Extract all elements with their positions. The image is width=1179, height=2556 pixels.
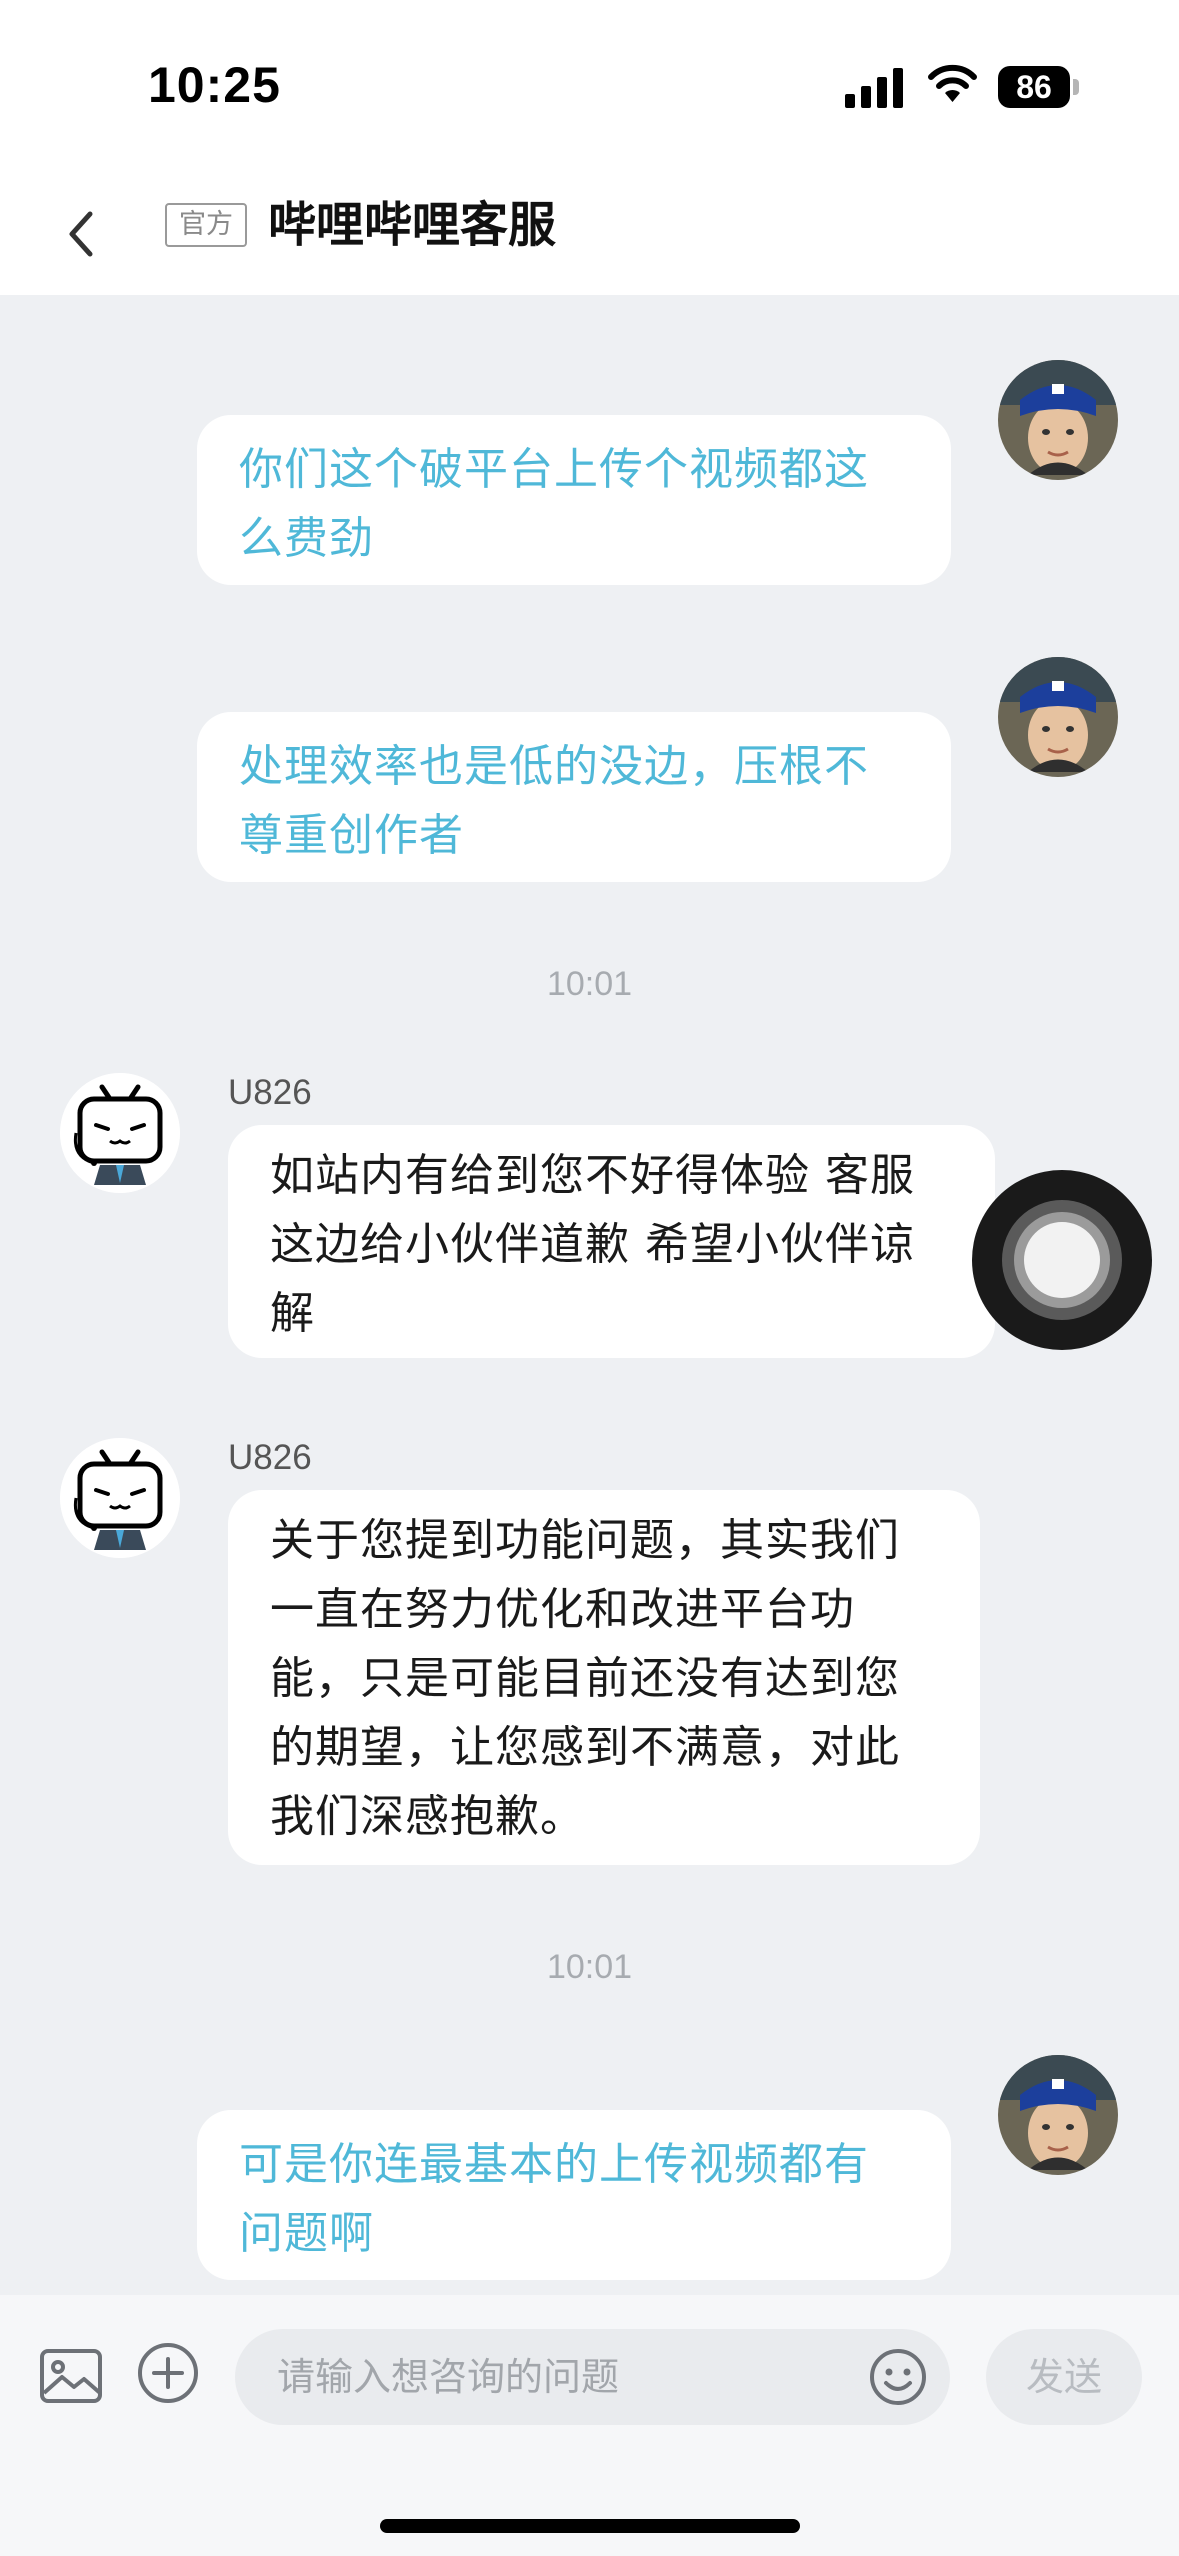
user-avatar[interactable] xyxy=(998,360,1118,480)
message-line: 你们这个破平台上传个视频都这 xyxy=(239,444,869,495)
signal-icon xyxy=(845,68,903,108)
plus-icon[interactable] xyxy=(135,2340,201,2406)
message-bubble-mine: 你们这个破平台上传个视频都这 么费劲 xyxy=(197,415,951,585)
message-line: 这边给小伙伴道歉 希望小伙伴谅 xyxy=(270,1219,915,1270)
message-line: 关于您提到功能问题，其实我们 xyxy=(270,1515,900,1566)
wifi-icon xyxy=(928,65,977,102)
message-line: 一直在努力优化和改进平台功 xyxy=(270,1584,855,1635)
message-line: 问题啊 xyxy=(239,2208,374,2259)
battery-cap xyxy=(1073,79,1079,95)
user-avatar[interactable] xyxy=(998,2055,1118,2175)
battery-icon: 86 xyxy=(998,66,1080,108)
message-line: 能，只是可能目前还没有达到您 xyxy=(270,1653,900,1704)
input-bar: 发送 xyxy=(0,2295,1179,2556)
page-title: 哔哩哔哩客服 xyxy=(268,197,557,253)
message-line: 如站内有给到您不好得体验 客服 xyxy=(270,1150,915,1201)
official-badge: 官方 xyxy=(165,203,247,247)
home-indicator[interactable] xyxy=(380,2519,800,2533)
message-bubble-theirs: 如站内有给到您不好得体验 客服 这边给小伙伴道歉 希望小伙伴谅 解 xyxy=(228,1125,995,1358)
message-line: 我们深感抱歉。 xyxy=(270,1791,585,1842)
user-avatar[interactable] xyxy=(998,657,1118,777)
assistive-core xyxy=(1024,1222,1100,1298)
message-line: 的期望，让您感到不满意，对此 xyxy=(270,1722,900,1773)
message-bubble-theirs: 关于您提到功能问题，其实我们 一直在努力优化和改进平台功 能，只是可能目前还没有… xyxy=(228,1490,980,1865)
message-line: 解 xyxy=(270,1288,315,1339)
bot-avatar[interactable] xyxy=(60,1073,180,1193)
message-bubble-mine: 可是你连最基本的上传视频都有 问题啊 xyxy=(197,2110,951,2280)
timestamp: 10:01 xyxy=(546,1948,633,1986)
battery-level: 86 xyxy=(998,66,1070,108)
message-line: 处理效率也是低的没边，压根不 xyxy=(239,741,869,792)
nav-bar: 官方 哔哩哔哩客服 xyxy=(0,170,1179,295)
message-line: 可是你连最基本的上传视频都有 xyxy=(239,2139,869,2190)
timestamp: 10:01 xyxy=(546,965,633,1003)
chevron-left-icon[interactable] xyxy=(50,192,130,272)
message-line: 尊重创作者 xyxy=(239,810,464,861)
status-bar: 10:25 86 xyxy=(0,0,1179,170)
message-line: 么费劲 xyxy=(239,513,374,564)
assistive-touch-button[interactable] xyxy=(972,1170,1152,1350)
emoji-icon[interactable] xyxy=(868,2347,928,2407)
bot-avatar[interactable] xyxy=(60,1438,180,1558)
sender-name: U826 xyxy=(228,1438,312,1477)
message-input[interactable] xyxy=(235,2329,950,2425)
send-button[interactable]: 发送 xyxy=(986,2329,1142,2425)
status-time: 10:25 xyxy=(148,57,281,113)
message-bubble-mine: 处理效率也是低的没边，压根不 尊重创作者 xyxy=(197,712,951,882)
image-icon[interactable] xyxy=(38,2343,104,2409)
sender-name: U826 xyxy=(228,1073,312,1112)
